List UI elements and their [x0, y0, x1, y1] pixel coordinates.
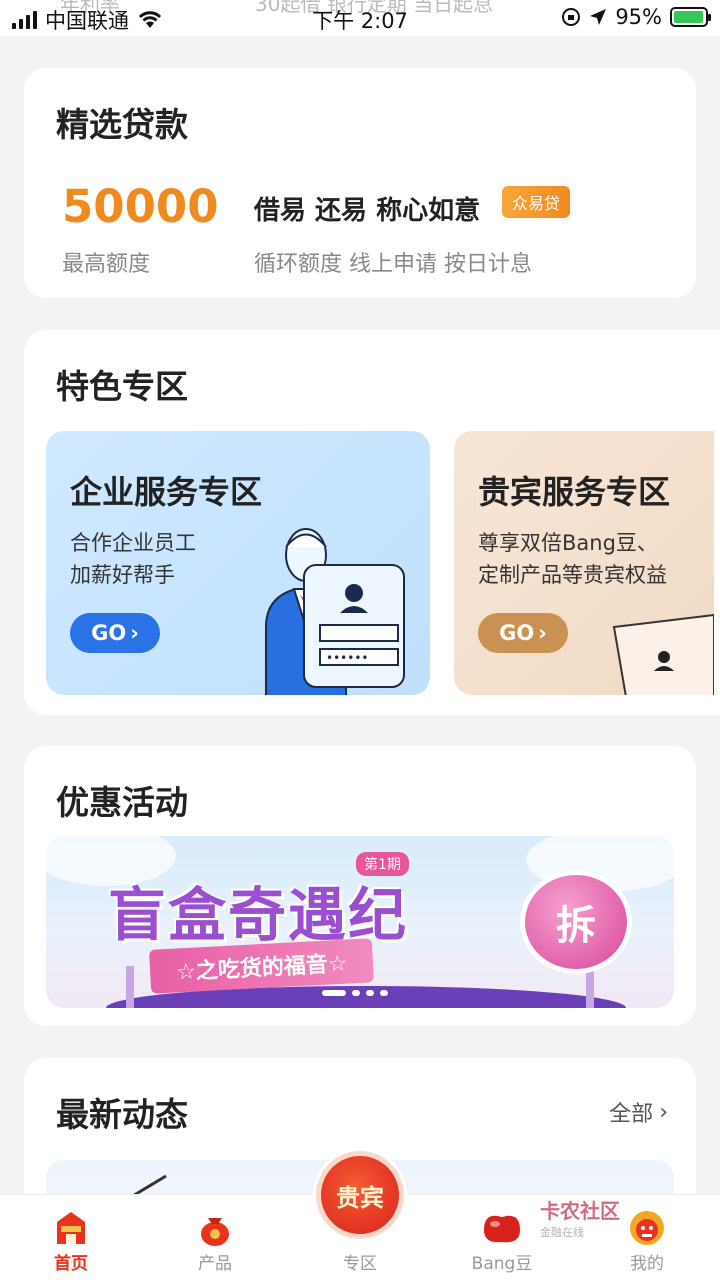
vip-zone-tile[interactable]: 贵宾服务专区 尊享双倍Bang豆、 定制产品等贵宾权益 GO ›	[454, 431, 714, 695]
go-label: GO	[499, 621, 535, 645]
vip-desc-line2: 定制产品等贵宾权益	[478, 563, 667, 587]
enterprise-desc-line2: 加薪好帮手	[70, 563, 175, 587]
location-icon	[590, 9, 607, 25]
home-icon	[57, 1212, 85, 1244]
enterprise-zone-tile[interactable]: •••••• 企业服务专区 合作企业员工 加薪好帮手 GO ›	[46, 431, 430, 695]
bean-icon	[484, 1215, 520, 1243]
featured-loan-card[interactable]: 精选贷款 50000 最高额度 借易 还易 称心如意 众易贷 循环额度 线上申请…	[24, 68, 696, 298]
section-title-special: 特色专区	[56, 367, 188, 406]
max-amount: 50000	[62, 180, 219, 233]
enterprise-go-button[interactable]: GO ›	[70, 613, 160, 653]
section-title-loan: 精选贷款	[56, 105, 188, 144]
status-bar: 年利率 30起借 银行定期 当日起息 中国联通 下午 2:07 95%	[0, 0, 720, 36]
money-bag-icon	[201, 1218, 229, 1246]
tab-products-label: 产品	[198, 1254, 232, 1274]
go-label: GO	[91, 621, 127, 645]
product-badge: 众易贷	[502, 186, 571, 218]
tab-bang-label: Bang豆	[471, 1254, 533, 1274]
banner-issue-badge: 第1期	[356, 852, 409, 876]
chevron-right-icon: ›	[130, 621, 139, 645]
carousel-dots	[322, 990, 388, 996]
bottom-tab-bar: 首页 产品 专区 贵宾 Bang豆 我的 卡农社区 金融在线	[0, 1151, 720, 1280]
rotation-lock-icon	[562, 8, 581, 26]
svg-text:••••••: ••••••	[326, 651, 368, 665]
promo-banner[interactable]: 盲盒奇遇纪 第1期 ☆之吃货的福音☆ 拆	[46, 836, 674, 1008]
vip-center-button[interactable]: 贵宾	[316, 1151, 404, 1239]
tab-zone-label: 专区	[343, 1254, 377, 1274]
vip-zone-desc: 尊享双倍Bang豆、 定制产品等贵宾权益	[478, 527, 667, 591]
battery-percent: 95%	[615, 5, 662, 29]
vip-go-button[interactable]: GO ›	[478, 613, 568, 653]
vip-zone-title: 贵宾服务专区	[478, 473, 671, 511]
watermark: 卡农社区 金融在线	[540, 1195, 620, 1240]
chevron-right-icon: ›	[538, 621, 547, 645]
special-zone-card: 特色专区 •••••• 企业服务专区 合作企业员工 加薪好帮手 GO › 贵宾服…	[24, 330, 720, 715]
tab-products[interactable]: 产品	[160, 1207, 270, 1274]
news-all-link[interactable]: 全部 ›	[609, 1096, 668, 1128]
enterprise-zone-desc: 合作企业员工 加薪好帮手	[70, 527, 196, 591]
loan-slogan: 借易 还易 称心如意	[254, 196, 481, 226]
open-box-button[interactable]: 拆	[520, 870, 632, 974]
lion-mascot-icon	[630, 1211, 664, 1245]
all-label: 全部	[609, 1102, 654, 1127]
tab-home-label: 首页	[54, 1254, 88, 1274]
promotions-card: 优惠活动 盲盒奇遇纪 第1期 ☆之吃货的福音☆ 拆	[24, 746, 696, 1026]
enterprise-zone-title: 企业服务专区	[70, 473, 263, 511]
businessman-illustration: ••••••	[265, 528, 405, 695]
watermark-sub: 金融在线	[540, 1226, 584, 1239]
chevron-right-icon: ›	[659, 1099, 668, 1125]
card-illustration	[612, 613, 714, 695]
section-title-activity: 优惠活动	[56, 783, 188, 822]
loan-features: 循环额度 线上申请 按日计息	[254, 252, 532, 277]
max-amount-label: 最高额度	[62, 252, 151, 277]
watermark-text: 卡农社区	[540, 1199, 620, 1223]
tab-home[interactable]: 首页	[16, 1207, 126, 1274]
enterprise-desc-line1: 合作企业员工	[70, 531, 196, 555]
vip-desc-line1: 尊享双倍Bang豆、	[478, 531, 658, 555]
battery-icon	[670, 7, 711, 27]
section-title-news: 最新动态	[56, 1095, 188, 1134]
tab-mine-label: 我的	[630, 1254, 664, 1274]
